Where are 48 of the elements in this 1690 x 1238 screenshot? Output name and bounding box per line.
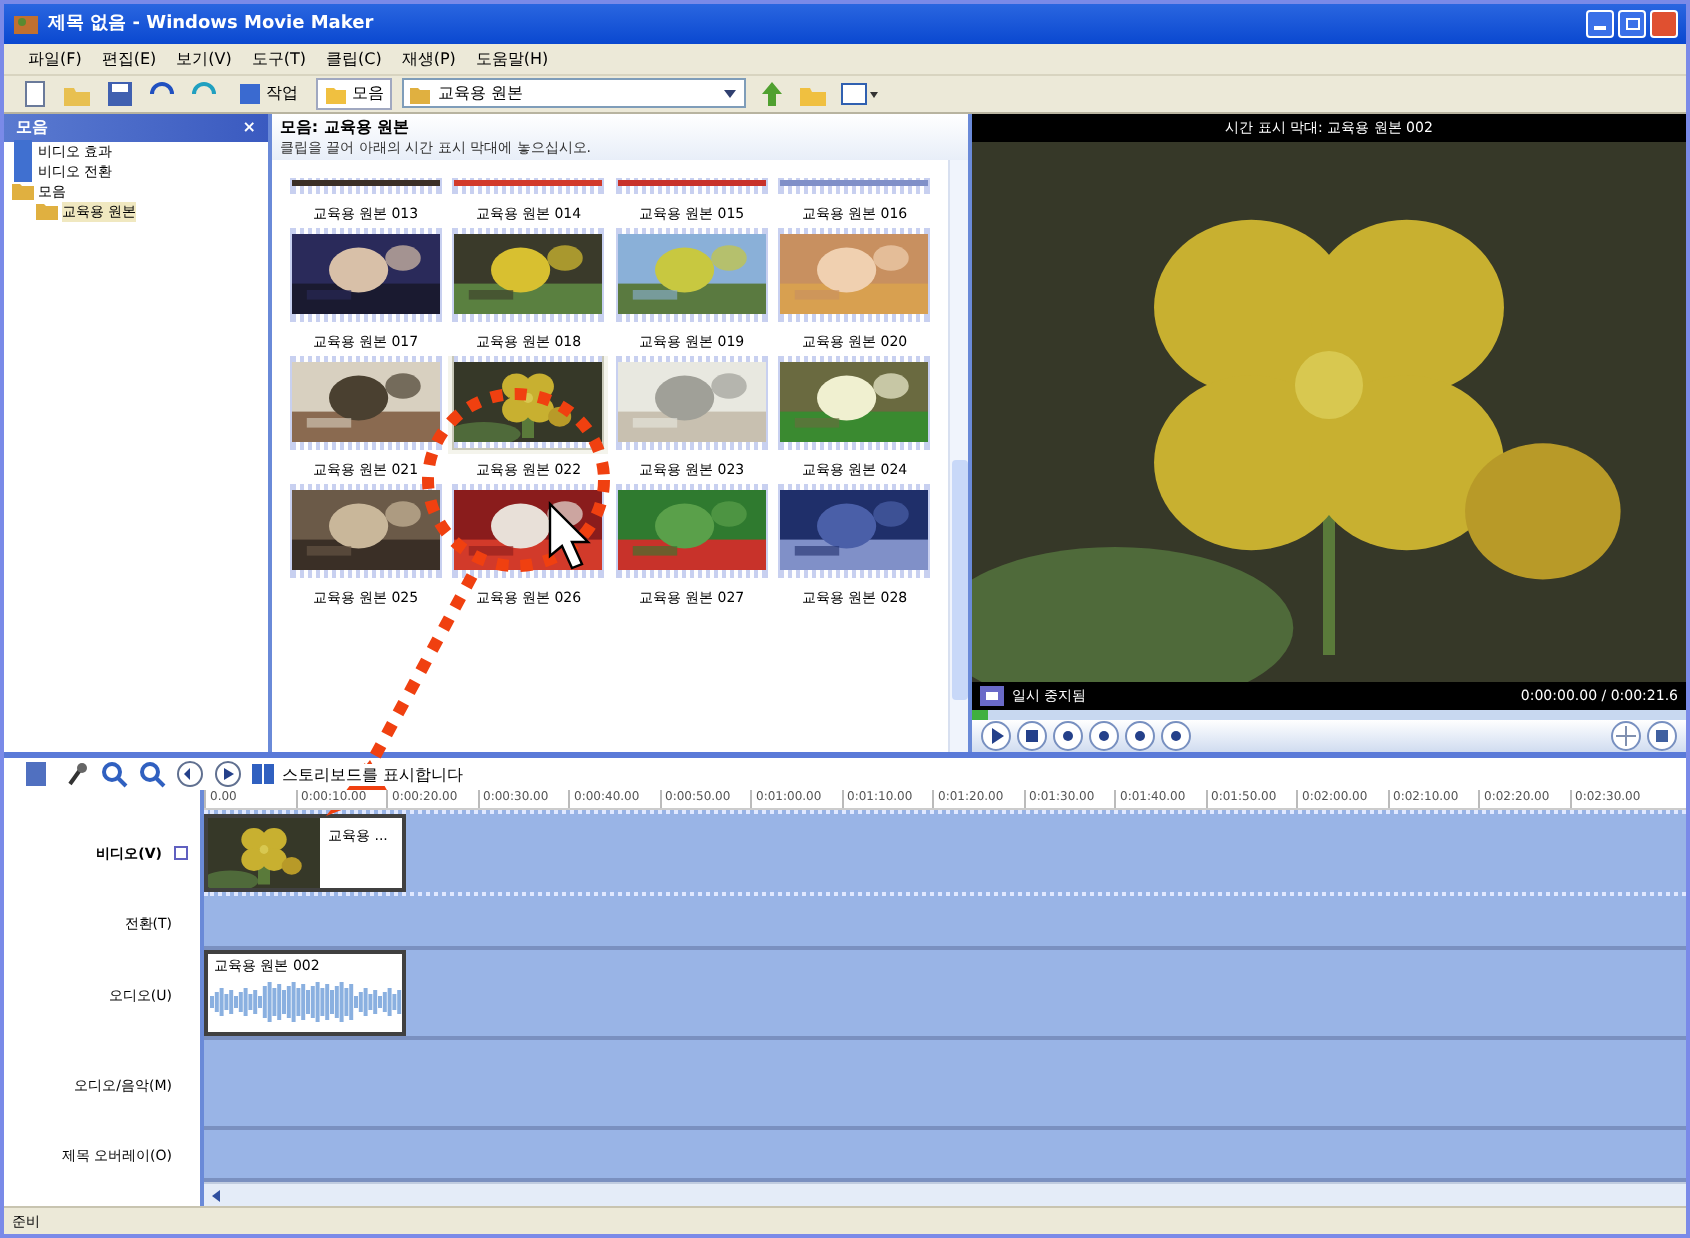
clip-thumbnail[interactable] [778,177,931,194]
seek-bar[interactable] [972,709,1686,720]
menu-item[interactable]: 재생(P) [401,47,456,70]
window-title: 제목 없음 - Windows Movie Maker [48,12,376,37]
clip-thumbnail[interactable] [289,177,442,194]
cursor-icon [548,501,591,570]
close-button[interactable]: × [242,118,256,137]
maximize-button[interactable] [1618,9,1646,38]
zoom-out-icon[interactable] [138,760,166,788]
forward-icon[interactable] [1160,719,1192,752]
scrollbar[interactable] [204,1182,1686,1206]
toolbar-button[interactable]: 작업 [230,77,306,110]
menu-item[interactable]: 보기(V) [176,47,232,70]
storyboard-icon[interactable] [24,760,52,788]
menu-item[interactable]: 파일(F) [28,47,82,70]
clip-thumbnail[interactable] [452,177,605,194]
monitor-icon [980,683,1004,708]
seek-thumb[interactable] [972,709,988,720]
close-button[interactable] [1650,9,1678,38]
play-icon[interactable] [980,719,1012,752]
view-icon[interactable] [840,77,880,110]
previous-frame-icon[interactable] [1088,719,1120,752]
rewind-icon[interactable] [176,760,204,788]
tasks-icon [238,81,262,106]
storyboard-icon [252,762,276,786]
snapshot-icon[interactable] [1646,719,1678,752]
pane-header: 모음 × [4,113,268,142]
play-icon[interactable] [214,760,242,788]
split-icon[interactable] [1610,719,1642,752]
stop-icon[interactable] [1016,719,1048,752]
collection-title: 모음: 교육용 원본 [279,115,412,138]
scrollbar[interactable] [948,159,968,752]
menu-item[interactable]: 도구(T) [251,47,306,70]
collapse-button[interactable] [174,846,188,860]
save-icon[interactable] [104,77,136,110]
toolbar-button[interactable]: 모음 [316,77,392,110]
left-arrow-icon[interactable] [208,1187,224,1203]
location-dropdown[interactable]: 교육용 원본 [402,78,746,109]
minimize-button[interactable] [1586,9,1614,38]
up-arrow-icon[interactable] [756,77,788,110]
menu-item[interactable]: 클립(C) [326,47,382,70]
folder-icon [12,180,34,203]
next-frame-icon[interactable] [1124,719,1156,752]
menu-item[interactable]: 도움말(H) [475,47,549,70]
menu-item[interactable]: 편집(E) [101,47,157,70]
zoom-in-icon[interactable] [100,760,128,788]
clip-thumbnail[interactable] [615,177,768,194]
rewind-icon[interactable] [1052,719,1084,752]
